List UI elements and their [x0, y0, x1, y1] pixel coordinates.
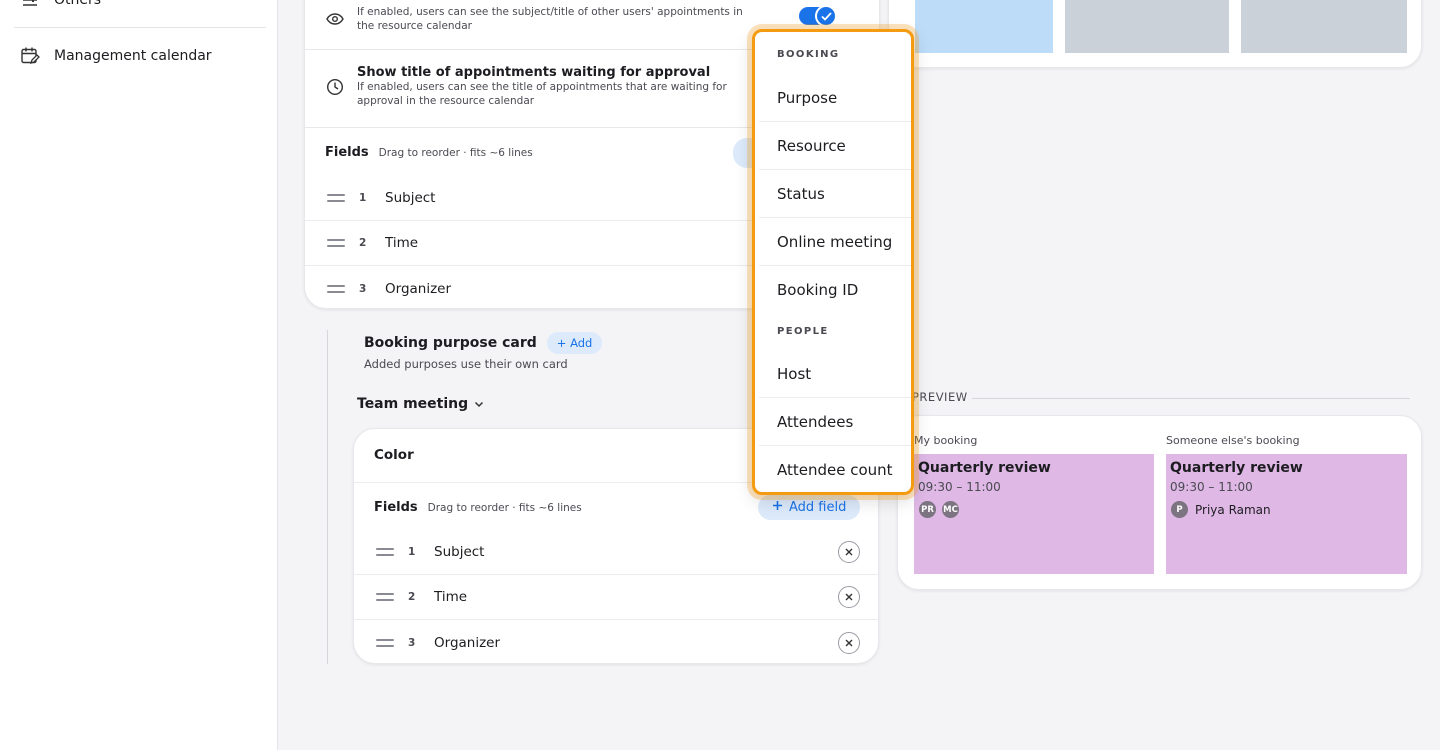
avatar: MC [941, 500, 960, 519]
host-name: Priya Raman [1195, 502, 1271, 517]
check-icon [815, 5, 837, 27]
fields-hint: Drag to reorder · fits ~6 lines [427, 502, 582, 514]
other-booking-event: Quarterly review 09:30 – 11:00 P Priya R… [1166, 454, 1407, 574]
fields-header: Fields Drag to reorder · fits ~6 lines [374, 500, 582, 515]
add-field-button[interactable]: Add field [758, 495, 861, 520]
drag-handle-icon[interactable] [376, 593, 394, 601]
calendar-edit-icon [20, 46, 40, 66]
field-name: Subject [434, 544, 485, 560]
menu-item-host[interactable]: Host [759, 350, 911, 398]
fields-label: Fields [374, 500, 418, 515]
field-row[interactable]: 2 Time [354, 575, 878, 620]
field-name: Time [385, 235, 419, 251]
sidebar-divider [14, 27, 266, 28]
other-booking-label: Someone else's booking [1166, 434, 1300, 447]
field-name: Time [434, 589, 468, 605]
event-time: 09:30 – 11:00 [1170, 480, 1253, 494]
sidebar: Others Management calendar [0, 0, 278, 750]
field-row[interactable]: 1 Subject [354, 530, 878, 575]
add-purpose-button[interactable]: + Add [546, 332, 603, 354]
menu-item-attendees[interactable]: Attendees [759, 398, 911, 446]
sidebar-item-label: Management calendar [54, 48, 212, 64]
add-field-label: Add field [789, 500, 847, 515]
fields-header: Fields Drag to reorder · fits ~6 lines [325, 145, 533, 160]
sliders-icon [20, 0, 40, 10]
chevron-down-icon [474, 396, 484, 412]
sidebar-item-others[interactable]: Others [20, 0, 101, 10]
drag-handle-icon[interactable] [376, 638, 394, 647]
add-field-dropdown-menu: BOOKING Purpose Resource Status Online m… [752, 29, 914, 495]
drag-handle-icon[interactable] [327, 284, 345, 293]
field-number: 1 [408, 546, 416, 558]
field-number: 2 [408, 591, 416, 603]
drag-handle-icon[interactable] [327, 239, 345, 247]
preview-thumbnails-card [888, 0, 1422, 68]
remove-field-icon[interactable] [838, 586, 860, 608]
preview-divider [972, 398, 1410, 399]
setting-description: If enabled, users can see the subject/ti… [357, 6, 743, 32]
sidebar-item-management-calendar[interactable]: Management calendar [20, 46, 212, 66]
event-title: Quarterly review [918, 460, 1051, 476]
eye-icon [325, 9, 345, 29]
menu-list: BOOKING Purpose Resource Status Online m… [759, 36, 911, 488]
event-time: 09:30 – 11:00 [918, 480, 1001, 494]
purpose-selector-label: Team meeting [357, 396, 469, 412]
menu-item-status[interactable]: Status [759, 170, 911, 218]
sidebar-item-label: Others [54, 0, 102, 8]
menu-item-online-meeting[interactable]: Online meeting [759, 218, 911, 266]
host-avatar-row: P Priya Raman [1170, 500, 1403, 519]
field-number: 3 [408, 636, 416, 649]
booking-purpose-title: Booking purpose card [364, 335, 537, 351]
booking-purpose-header: Booking purpose card + Add [364, 332, 603, 354]
my-booking-label: My booking [914, 434, 978, 447]
plus-icon [772, 500, 783, 515]
drag-handle-icon[interactable] [376, 548, 394, 556]
fields-label: Fields [325, 145, 369, 160]
remove-field-icon[interactable] [838, 541, 860, 563]
field-number: 3 [359, 282, 367, 295]
show-subject-toggle[interactable] [799, 5, 837, 27]
clock-icon [325, 77, 345, 97]
color-label: Color [374, 447, 414, 463]
thumbnail-gray [1065, 0, 1229, 53]
preview-card: My booking Quarterly review 09:30 – 11:0… [897, 415, 1422, 590]
field-name: Organizer [385, 280, 452, 297]
thumbnail-blue [915, 0, 1053, 53]
booking-purpose-subtitle: Added purposes use their own card [364, 357, 568, 371]
menu-item-booking-id[interactable]: Booking ID [759, 266, 911, 314]
avatar: P [1170, 500, 1189, 519]
section-rail [327, 330, 328, 664]
menu-item-resource[interactable]: Resource [759, 122, 911, 170]
drag-handle-icon[interactable] [327, 194, 345, 202]
menu-section-people: PEOPLE [777, 326, 829, 337]
purpose-selector[interactable]: Team meeting [357, 396, 484, 412]
field-number: 1 [359, 192, 367, 204]
menu-section-booking: BOOKING [777, 49, 840, 60]
menu-item-attendee-count[interactable]: Attendee count [759, 446, 911, 492]
event-title: Quarterly review [1170, 460, 1303, 476]
attendee-avatars: PR MC [918, 500, 1150, 519]
field-row[interactable]: 3 Organizer [354, 620, 878, 663]
avatar: PR [918, 500, 937, 519]
field-number: 2 [359, 237, 367, 249]
menu-item-purpose[interactable]: Purpose [759, 74, 911, 122]
thumbnail-gray [1241, 0, 1407, 53]
field-name: Subject [385, 190, 436, 206]
fields-hint: Drag to reorder · fits ~6 lines [378, 147, 533, 159]
preview-label: PREVIEW [912, 390, 968, 404]
field-name: Organizer [434, 634, 501, 651]
my-booking-event: Quarterly review 09:30 – 11:00 PR MC [914, 454, 1154, 574]
setting-description: If enabled, users can see the title of a… [357, 81, 727, 107]
remove-field-icon[interactable] [838, 631, 860, 654]
